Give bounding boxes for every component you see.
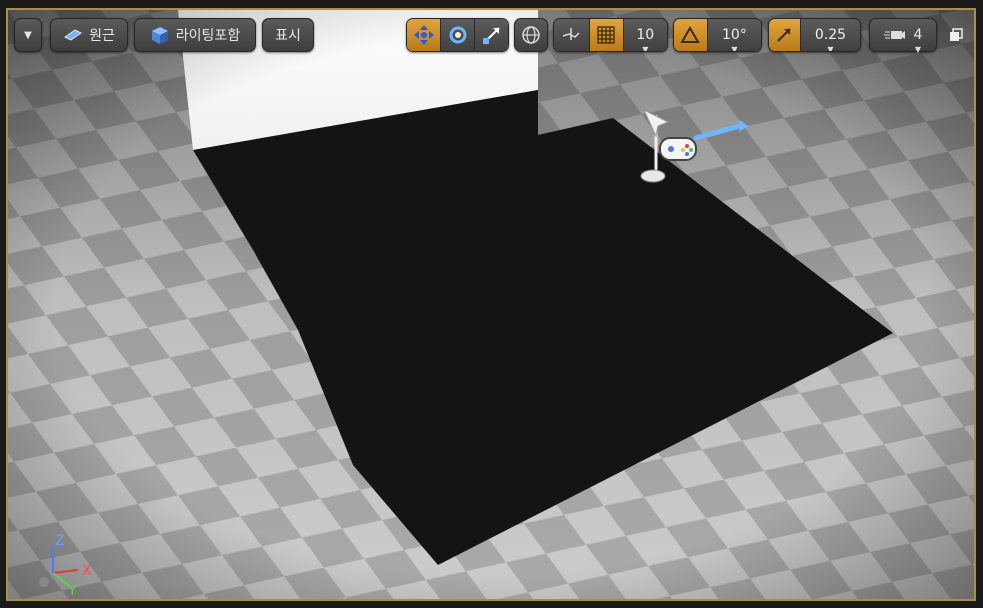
level-viewport[interactable]: ▼ 원근 라이팅포함 표시 10 ▼ 10° ▼ 0.25 ▼ 4 ▼ Z X … xyxy=(6,8,976,601)
scale-snap-value-dropdown[interactable]: 0.25 ▼ xyxy=(799,19,860,52)
chevron-down-icon: ▼ xyxy=(642,45,649,52)
y-axis-label: Y xyxy=(67,583,77,595)
surface-snap-button[interactable] xyxy=(554,19,589,51)
flag-base xyxy=(640,169,666,183)
coordinate-system-button[interactable] xyxy=(514,18,548,52)
move-arrows-icon xyxy=(413,25,434,45)
axis-gizmo: Z X Y xyxy=(39,533,92,595)
show-flags-button[interactable]: 표시 xyxy=(262,18,314,52)
dropdown-arrow-icon: ▼ xyxy=(24,29,32,41)
perspective-label: 원근 xyxy=(89,28,115,44)
scale-icon xyxy=(482,27,500,44)
scale-snap-value: 0.25 xyxy=(814,27,847,43)
camera-speed-value: 4 xyxy=(913,27,923,43)
x-axis-label: X xyxy=(82,563,92,579)
scale-arrow-icon xyxy=(777,28,792,42)
camera-speed-button[interactable]: 4 ▼ xyxy=(869,18,937,54)
rotation-snap-group: 10° ▼ xyxy=(673,18,762,52)
angle-triangle-icon xyxy=(680,26,701,43)
rotation-snap-toggle[interactable] xyxy=(674,19,707,51)
lighting-mode-button[interactable]: 라이팅포함 xyxy=(134,18,256,52)
lighting-label: 라이팅포함 xyxy=(175,28,241,44)
transform-tools-group xyxy=(406,18,509,52)
globe-icon xyxy=(522,26,540,44)
surface-snap-icon xyxy=(563,28,580,40)
camera-speed-icon xyxy=(883,31,905,39)
perspective-cube-icon xyxy=(64,29,83,41)
grid-icon xyxy=(597,26,615,44)
grid-snap-group: 10 ▼ xyxy=(553,18,668,52)
chevron-down-icon: ▼ xyxy=(731,45,738,52)
scene-render[interactable] xyxy=(8,10,976,601)
chevron-down-icon: ▼ xyxy=(827,45,834,52)
rotate-icon xyxy=(449,26,466,44)
help-icon xyxy=(39,577,49,587)
viewport-options-button[interactable]: ▼ xyxy=(14,18,42,52)
maximize-viewport-button[interactable] xyxy=(947,26,965,44)
perspective-button[interactable]: 원근 xyxy=(50,18,128,52)
translate-tool-button[interactable] xyxy=(407,19,440,51)
gamepad-icon xyxy=(659,137,697,161)
grid-snap-toggle[interactable] xyxy=(588,19,623,51)
rotation-snap-value: 10° xyxy=(722,27,747,43)
scale-snap-group: 0.25 ▼ xyxy=(768,18,861,52)
rotate-tool-button[interactable] xyxy=(440,19,474,51)
scale-snap-toggle[interactable] xyxy=(769,19,800,51)
grid-snap-value: 10 xyxy=(636,27,655,43)
grid-snap-value-dropdown[interactable]: 10 ▼ xyxy=(622,19,667,52)
z-axis-label: Z xyxy=(55,533,65,549)
lit-sphere-cube-icon xyxy=(151,27,168,44)
chevron-down-icon: ▼ xyxy=(914,45,922,54)
maximize-viewport-icon xyxy=(950,28,963,41)
viewport-frame: ▼ 원근 라이팅포함 표시 10 ▼ 10° ▼ 0.25 ▼ 4 ▼ Z X … xyxy=(0,0,983,608)
scale-tool-button[interactable] xyxy=(474,19,508,51)
rotation-snap-value-dropdown[interactable]: 10° ▼ xyxy=(706,19,761,52)
vignette xyxy=(8,10,974,599)
show-label: 표시 xyxy=(275,28,301,44)
